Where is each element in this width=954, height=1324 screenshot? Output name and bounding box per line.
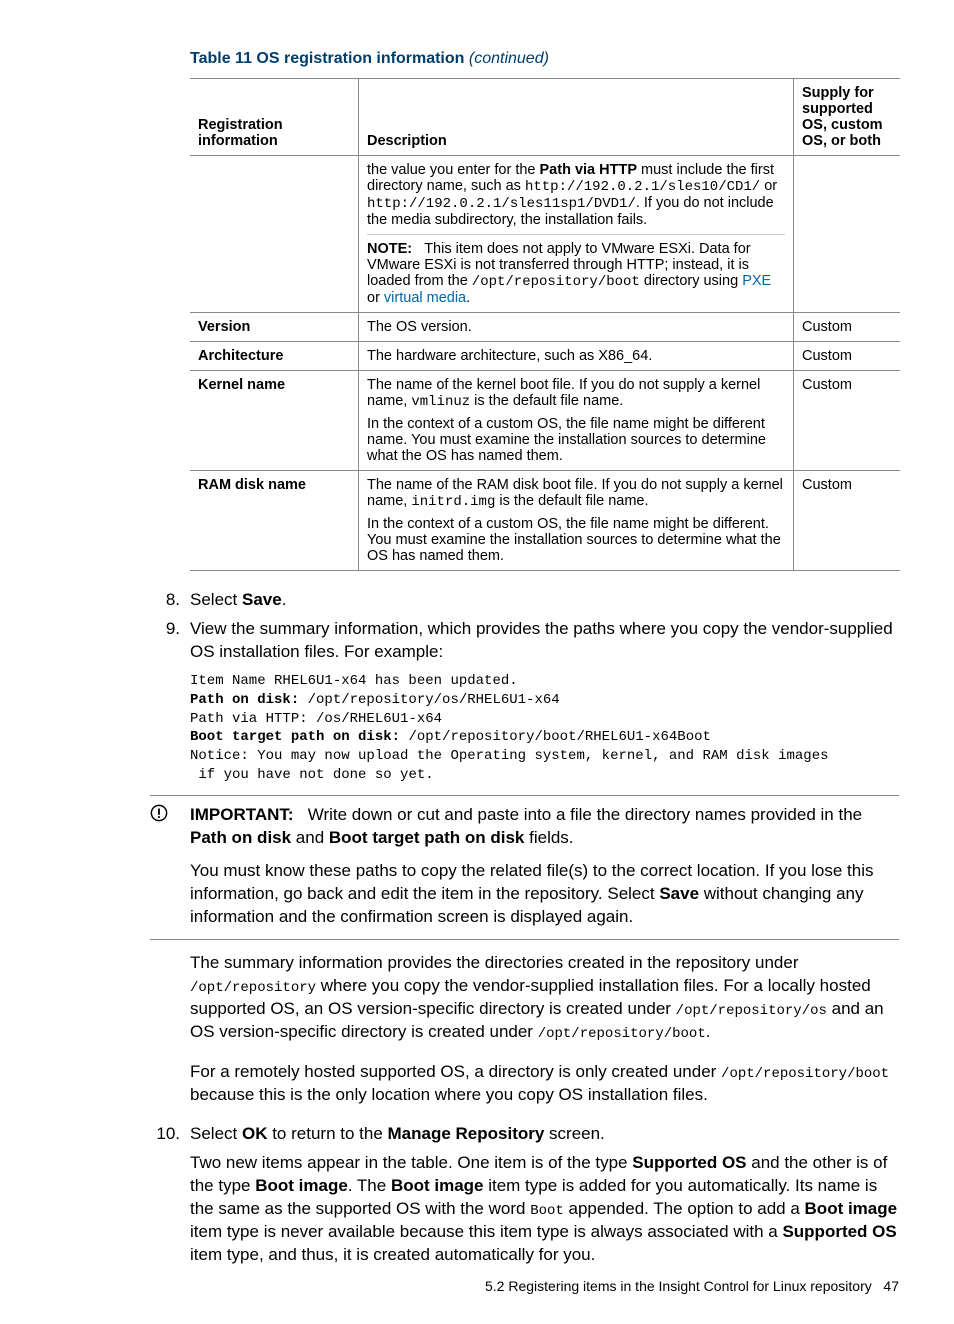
table-row-kernel: Kernel name The name of the kernel boot … bbox=[190, 371, 900, 471]
procedure-steps: 8. Select Save. 9. View the summary info… bbox=[55, 589, 899, 1267]
step-9: 9. View the summary information, which p… bbox=[155, 618, 899, 1107]
step-10: 10. Select OK to return to the Manage Re… bbox=[155, 1123, 899, 1267]
header-supply: Supply for supported OS, custom OS, or b… bbox=[794, 79, 901, 156]
step-9-para-2: For a remotely hosted supported OS, a di… bbox=[190, 1061, 899, 1107]
step-9-para-1: The summary information provides the dir… bbox=[190, 952, 899, 1044]
ram-desc-2: In the context of a custom OS, the file … bbox=[367, 516, 785, 564]
table-header-row: Registration information Description Sup… bbox=[190, 79, 900, 156]
http-note: NOTE: This item does not apply to VMware… bbox=[367, 234, 785, 306]
virtual-media-link[interactable]: virtual media bbox=[384, 290, 466, 306]
kernel-desc-1: The name of the kernel boot file. If you… bbox=[367, 377, 785, 410]
table-row-http: the value you enter for the Path via HTT… bbox=[190, 156, 900, 313]
table-caption: Table 11 OS registration information (co… bbox=[190, 50, 899, 68]
footer-section: 5.2 Registering items in the Insight Con… bbox=[485, 1278, 872, 1294]
pxe-link[interactable]: PXE bbox=[742, 273, 771, 289]
caption-continued: (continued) bbox=[469, 50, 549, 67]
http-desc-1: the value you enter for the Path via HTT… bbox=[367, 162, 785, 228]
step-10-para-1: Two new items appear in the table. One i… bbox=[190, 1152, 899, 1267]
header-description: Description bbox=[359, 79, 794, 156]
header-registration: Registration information bbox=[190, 79, 359, 156]
os-registration-table: Registration information Description Sup… bbox=[190, 78, 900, 571]
footer-page: 47 bbox=[883, 1278, 899, 1294]
summary-code-block: Item Name RHEL6U1-x64 has been updated. … bbox=[190, 672, 899, 785]
step-8: 8. Select Save. bbox=[155, 589, 899, 612]
important-callout: IMPORTANT: Write down or cut and paste i… bbox=[150, 795, 899, 940]
table-row-ram: RAM disk name The name of the RAM disk b… bbox=[190, 471, 900, 571]
ram-desc-1: The name of the RAM disk boot file. If y… bbox=[367, 477, 785, 510]
page-footer: 5.2 Registering items in the Insight Con… bbox=[485, 1278, 899, 1294]
kernel-desc-2: In the context of a custom OS, the file … bbox=[367, 416, 785, 464]
table-row-architecture: Architecture The hardware architecture, … bbox=[190, 342, 900, 371]
table-row-version: Version The OS version. Custom bbox=[190, 313, 900, 342]
important-icon bbox=[150, 804, 168, 822]
caption-title: Table 11 OS registration information bbox=[190, 50, 464, 67]
